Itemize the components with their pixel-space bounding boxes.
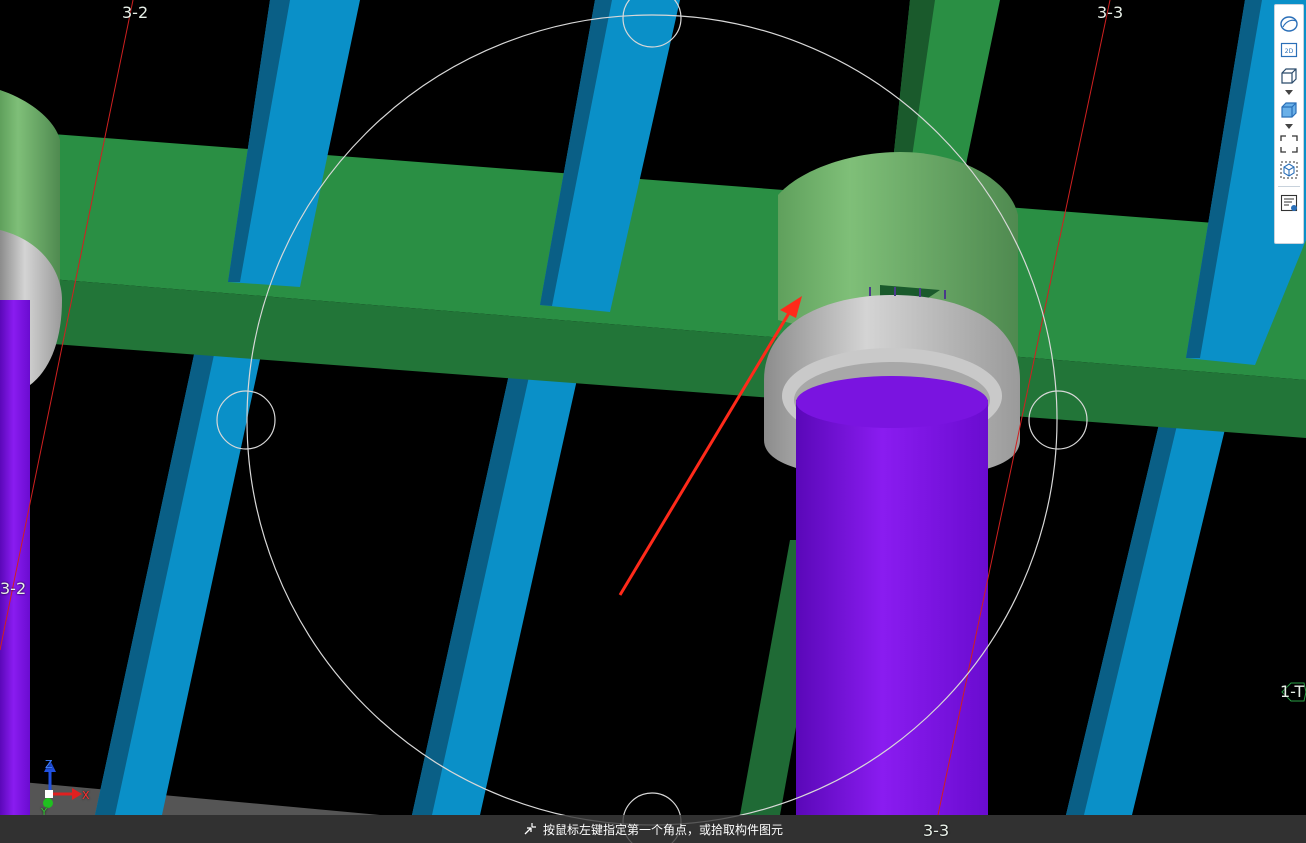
grid-label-top-right: 3-3 [1097,3,1124,22]
orbit-icon [1280,16,1298,32]
orbit-button[interactable] [1277,11,1301,37]
chevron-down-icon [1285,90,1293,95]
cursor-corner-icon [524,823,536,835]
solid-dropdown[interactable] [1277,123,1301,131]
grid-label-right-edge: 1-T [1280,682,1305,701]
column-right [764,152,1020,815]
grid-label-left-edge: 3-2 [0,579,27,598]
zoom-extents-icon [1280,135,1298,153]
toolbar-divider [1278,186,1300,187]
properties-button[interactable] [1277,190,1301,216]
3d-viewport[interactable] [0,0,1306,843]
wireframe-dropdown[interactable] [1277,89,1301,97]
cube-wireframe-icon [1281,68,1297,84]
ground-slab [0,780,380,815]
2d-view-icon: 2D [1280,42,1298,58]
properties-panel-icon [1280,194,1298,212]
grid-label-bottom: 3-3 [923,821,950,840]
grid-label-top-left: 3-2 [122,3,149,22]
view-toolbar: 2D [1274,4,1304,244]
cube-solid-icon [1281,102,1297,118]
select-component-button[interactable] [1277,157,1301,183]
axis-x-label: X [82,789,90,802]
column-left [0,90,62,815]
2d-view-button[interactable]: 2D [1277,37,1301,63]
axis-z-label: Z [45,758,53,771]
zoom-extents-button[interactable] [1277,131,1301,157]
chevron-down-icon [1285,124,1293,129]
status-message: 按鼠标左键指定第一个角点，或拾取构件图元 [542,822,783,837]
svg-text:2D: 2D [1285,48,1294,55]
wireframe-view-button[interactable] [1277,63,1301,89]
blue-beams-lower [95,350,1226,815]
status-bar: 按鼠标左键指定第一个角点，或拾取构件图元 [0,815,1306,843]
solid-view-button[interactable] [1277,97,1301,123]
cube-select-icon [1280,161,1298,179]
